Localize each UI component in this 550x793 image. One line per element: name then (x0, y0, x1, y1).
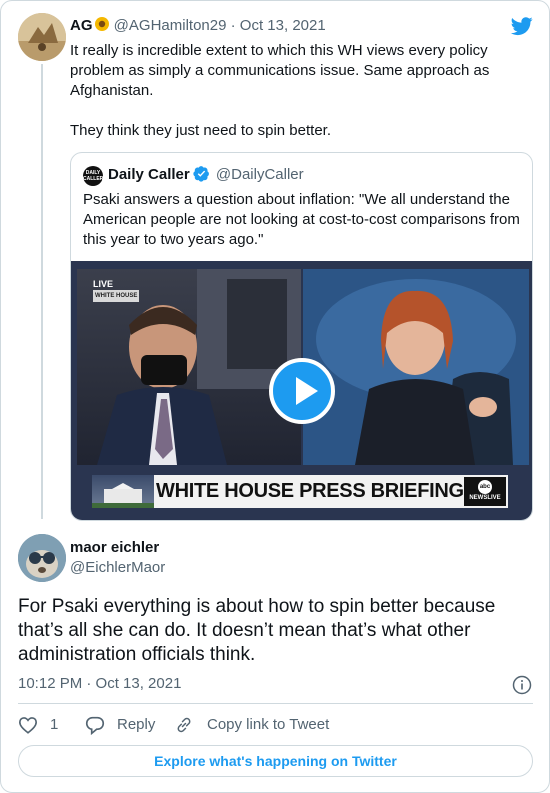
network-logo: abc NEWSLIVE (464, 477, 506, 506)
reply-author-handle[interactable]: @EichlerMaor (70, 558, 165, 578)
heart-icon (18, 717, 38, 734)
explore-twitter-button[interactable]: Explore what's happening on Twitter (18, 745, 533, 777)
divider (18, 703, 533, 704)
reply-avatar[interactable] (18, 534, 66, 582)
abc-logo-text: abc (478, 480, 492, 494)
link-icon (177, 717, 191, 733)
reply-button[interactable]: Reply (85, 714, 175, 736)
twitter-bird-icon[interactable] (510, 15, 534, 37)
copy-link-button[interactable]: Copy link to Tweet (175, 714, 345, 736)
reply-tweet-text: For Psaki everything is about how to spi… (18, 596, 496, 665)
like-button[interactable]: 1 (18, 714, 68, 736)
video-frame-right (303, 269, 529, 465)
quoted-tweet-text: Psaki answers a question about inflation… (83, 191, 520, 248)
play-button[interactable] (269, 358, 335, 424)
video-frame-left: LIVE WHITE HOUSE (77, 269, 301, 465)
avatar-image (18, 13, 66, 61)
quoted-tweet-header: Daily Caller @DailyCaller (108, 165, 304, 185)
quoted-avatar[interactable]: DAILY CALLER (83, 166, 103, 186)
live-tag: LIVE WHITE HOUSE (93, 279, 140, 302)
sunflower-emoji-icon (94, 17, 109, 31)
reply-author-name[interactable]: maor eichler (70, 538, 159, 558)
white-house-thumbnail (92, 475, 154, 508)
tweet-text: It really is incredible extent to which … (70, 42, 490, 139)
author-name[interactable]: AG (70, 17, 93, 34)
quoted-author-name[interactable]: Daily Caller (108, 166, 190, 183)
reply-timestamp[interactable]: 10:12 PM · Oct 13, 2021 (18, 674, 181, 694)
embedded-tweet-card: AG @AGHamilton29 · Oct 13, 2021 It reall… (0, 0, 550, 793)
live-sub-label: WHITE HOUSE (93, 290, 140, 302)
separator: · (230, 17, 236, 34)
banner-title: WHITE HOUSE PRESS BRIEFING (156, 480, 464, 502)
copy-link-label: Copy link to Tweet (207, 716, 330, 733)
quoted-tweet[interactable]: DAILY CALLER Daily Caller @DailyCaller P… (70, 152, 533, 521)
thread-line (41, 64, 43, 519)
video-player[interactable]: LIVE WHITE HOUSE WHITE HOUSE PRESS BRIEF… (71, 261, 532, 520)
quoted-author-handle[interactable]: @DailyCaller (216, 166, 304, 183)
verified-badge-icon (193, 166, 209, 182)
reply-bubble-icon (85, 716, 105, 735)
play-icon (296, 377, 318, 405)
video-banner: WHITE HOUSE PRESS BRIEFING abc NEWSLIVE (92, 475, 508, 508)
info-icon[interactable] (512, 675, 532, 695)
network-sub-label: NEWSLIVE (469, 495, 501, 501)
avatar[interactable] (18, 13, 66, 61)
reply-avatar-image (18, 534, 66, 582)
reply-label: Reply (117, 716, 156, 733)
press-room-scene-right (303, 269, 529, 465)
tweet-date[interactable]: Oct 13, 2021 (240, 17, 326, 34)
like-count: 1 (50, 716, 59, 733)
author-handle[interactable]: @AGHamilton29 (114, 17, 227, 34)
parent-tweet[interactable]: AG @AGHamilton29 · Oct 13, 2021 It reall… (1, 1, 549, 528)
live-label: LIVE (93, 279, 114, 289)
parent-tweet-header: AG @AGHamilton29 · Oct 13, 2021 (70, 16, 326, 36)
white-house-graphic (92, 483, 154, 508)
